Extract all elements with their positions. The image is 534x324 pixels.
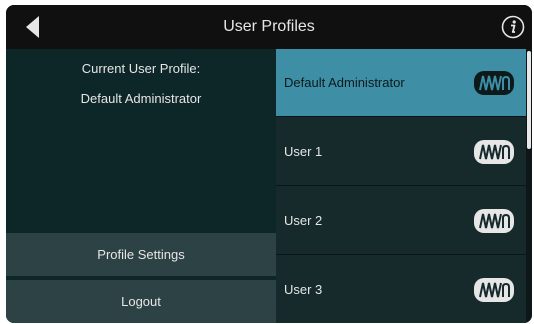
presonus-logo-icon [472,206,516,236]
presonus-logo-icon [472,275,516,305]
current-profile-panel: Current User Profile: Default Administra… [6,49,276,323]
page-title: User Profiles [223,18,315,35]
scrollbar-thumb[interactable] [527,51,531,149]
info-icon [501,15,525,39]
back-button[interactable] [22,15,44,39]
profile-name: Default Administrator [284,75,405,90]
profile-list-scrollbar[interactable] [526,49,532,323]
profile-name: User 1 [284,144,323,159]
header-bar: User Profiles [6,5,532,49]
presonus-logo-icon [472,68,516,98]
app-window: User Profiles Current User Profile: Defa… [6,5,532,323]
profile-item-user-1[interactable]: User 1 [276,118,526,186]
back-arrow-icon [26,16,39,38]
profile-settings-button[interactable]: Profile Settings [6,233,276,276]
profile-item-user-3[interactable]: User 3 [276,256,526,323]
logout-button[interactable]: Logout [6,280,276,323]
profile-item-default-administrator[interactable]: Default Administrator [276,49,526,117]
current-profile-label: Current User Profile: [81,61,201,76]
profile-item-user-2[interactable]: User 2 [276,187,526,255]
profile-name: User 2 [284,213,323,228]
presonus-logo-icon [472,137,516,167]
current-profile-value: Default Administrator [80,91,202,106]
profile-list: Default Administrator User 1 User 2 User… [276,49,526,323]
info-button[interactable] [500,14,526,40]
profile-name: User 3 [284,282,323,297]
